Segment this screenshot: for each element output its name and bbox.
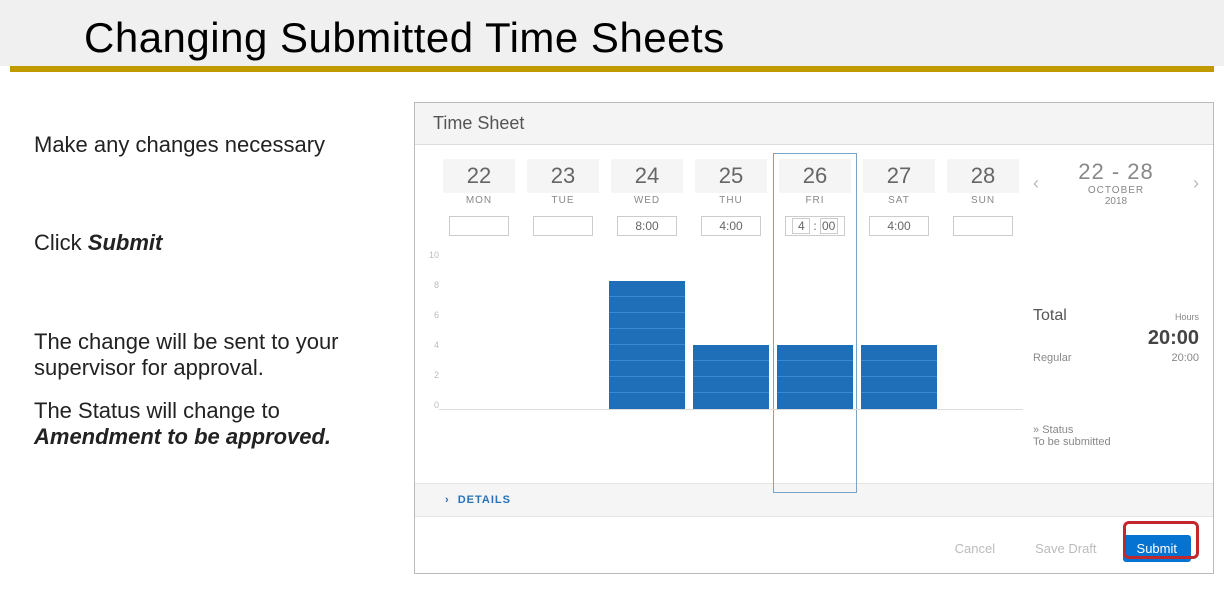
timesheet-app: Time Sheet 22MON23TUE24WED8:0025THU4:002…	[414, 102, 1214, 574]
day-name: FRI	[775, 195, 855, 206]
day-column[interactable]: 26 FRI 4:00	[775, 159, 855, 236]
instruction-line-3: The change will be sent to your supervis…	[34, 329, 404, 382]
total-label: Total	[1033, 307, 1067, 325]
instruction-line-1: Make any changes necessary	[34, 132, 404, 158]
day-number: 22	[443, 159, 515, 193]
regular-label: Regular	[1033, 352, 1072, 364]
y-tick: 10	[425, 250, 439, 260]
hours-label: Hours	[1175, 312, 1199, 322]
chevron-right-icon: ›	[445, 494, 450, 506]
y-tick: 6	[425, 310, 439, 320]
bar	[777, 345, 853, 409]
bar-slot	[859, 345, 939, 409]
day-number: 24	[611, 159, 683, 193]
y-tick: 8	[425, 280, 439, 290]
bar	[693, 345, 769, 409]
status-label: Status	[1042, 424, 1073, 436]
y-tick: 4	[425, 340, 439, 350]
y-tick: 0	[425, 400, 439, 410]
week-next-button[interactable]: ›	[1193, 173, 1199, 194]
status-marker-icon: »	[1033, 424, 1039, 436]
bar-slot	[775, 345, 855, 409]
day-number: 28	[947, 159, 1019, 193]
hours-input[interactable]: 8:00	[617, 216, 677, 236]
day-column[interactable]: 23 TUE	[523, 159, 603, 236]
week-range: 22 - 28 OCTOBER 2018	[1078, 159, 1154, 207]
hours-input[interactable]: 4:00	[869, 216, 929, 236]
instructions: Make any changes necessary Click Submit …	[34, 102, 404, 574]
week-prev-button[interactable]: ‹	[1033, 173, 1039, 194]
app-title: Time Sheet	[415, 103, 1213, 145]
day-name: WED	[607, 195, 687, 206]
hours-input[interactable]: 4:00	[701, 216, 761, 236]
hours-input[interactable]	[953, 216, 1013, 236]
submit-button[interactable]: Submit	[1123, 535, 1191, 562]
details-toggle[interactable]: › DETAILS	[415, 483, 1213, 517]
day-number: 25	[695, 159, 767, 193]
day-number: 23	[527, 159, 599, 193]
bar	[609, 281, 685, 409]
cancel-button[interactable]: Cancel	[941, 535, 1009, 562]
slide-title: Changing Submitted Time Sheets	[84, 14, 1224, 62]
day-name: MON	[439, 195, 519, 206]
y-tick: 2	[425, 370, 439, 380]
day-number: 26	[779, 159, 851, 193]
day-column[interactable]: 27 SAT 4:00	[859, 159, 939, 236]
hours-input[interactable]: 4:00	[785, 216, 845, 236]
day-name: THU	[691, 195, 771, 206]
day-column[interactable]: 28 SUN	[943, 159, 1023, 236]
hours-input[interactable]	[533, 216, 593, 236]
instruction-line-2: Click Submit	[34, 230, 404, 256]
day-number: 27	[863, 159, 935, 193]
instruction-line-4: The Status will change to Amendment to b…	[34, 398, 404, 451]
hours-chart: 10 8 6 4 2 0	[425, 250, 1023, 430]
regular-hours: 20:00	[1171, 352, 1199, 364]
day-name: SAT	[859, 195, 939, 206]
save-draft-button[interactable]: Save Draft	[1021, 535, 1110, 562]
bar	[861, 345, 937, 409]
day-name: TUE	[523, 195, 603, 206]
day-column[interactable]: 25 THU 4:00	[691, 159, 771, 236]
day-column[interactable]: 24 WED 8:00	[607, 159, 687, 236]
bar-slot	[691, 345, 771, 409]
day-column[interactable]: 22 MON	[439, 159, 519, 236]
status-value: To be submitted	[1033, 436, 1111, 448]
total-hours: 20:00	[1148, 327, 1199, 350]
bar-slot	[607, 281, 687, 409]
day-name: SUN	[943, 195, 1023, 206]
hours-input[interactable]	[449, 216, 509, 236]
